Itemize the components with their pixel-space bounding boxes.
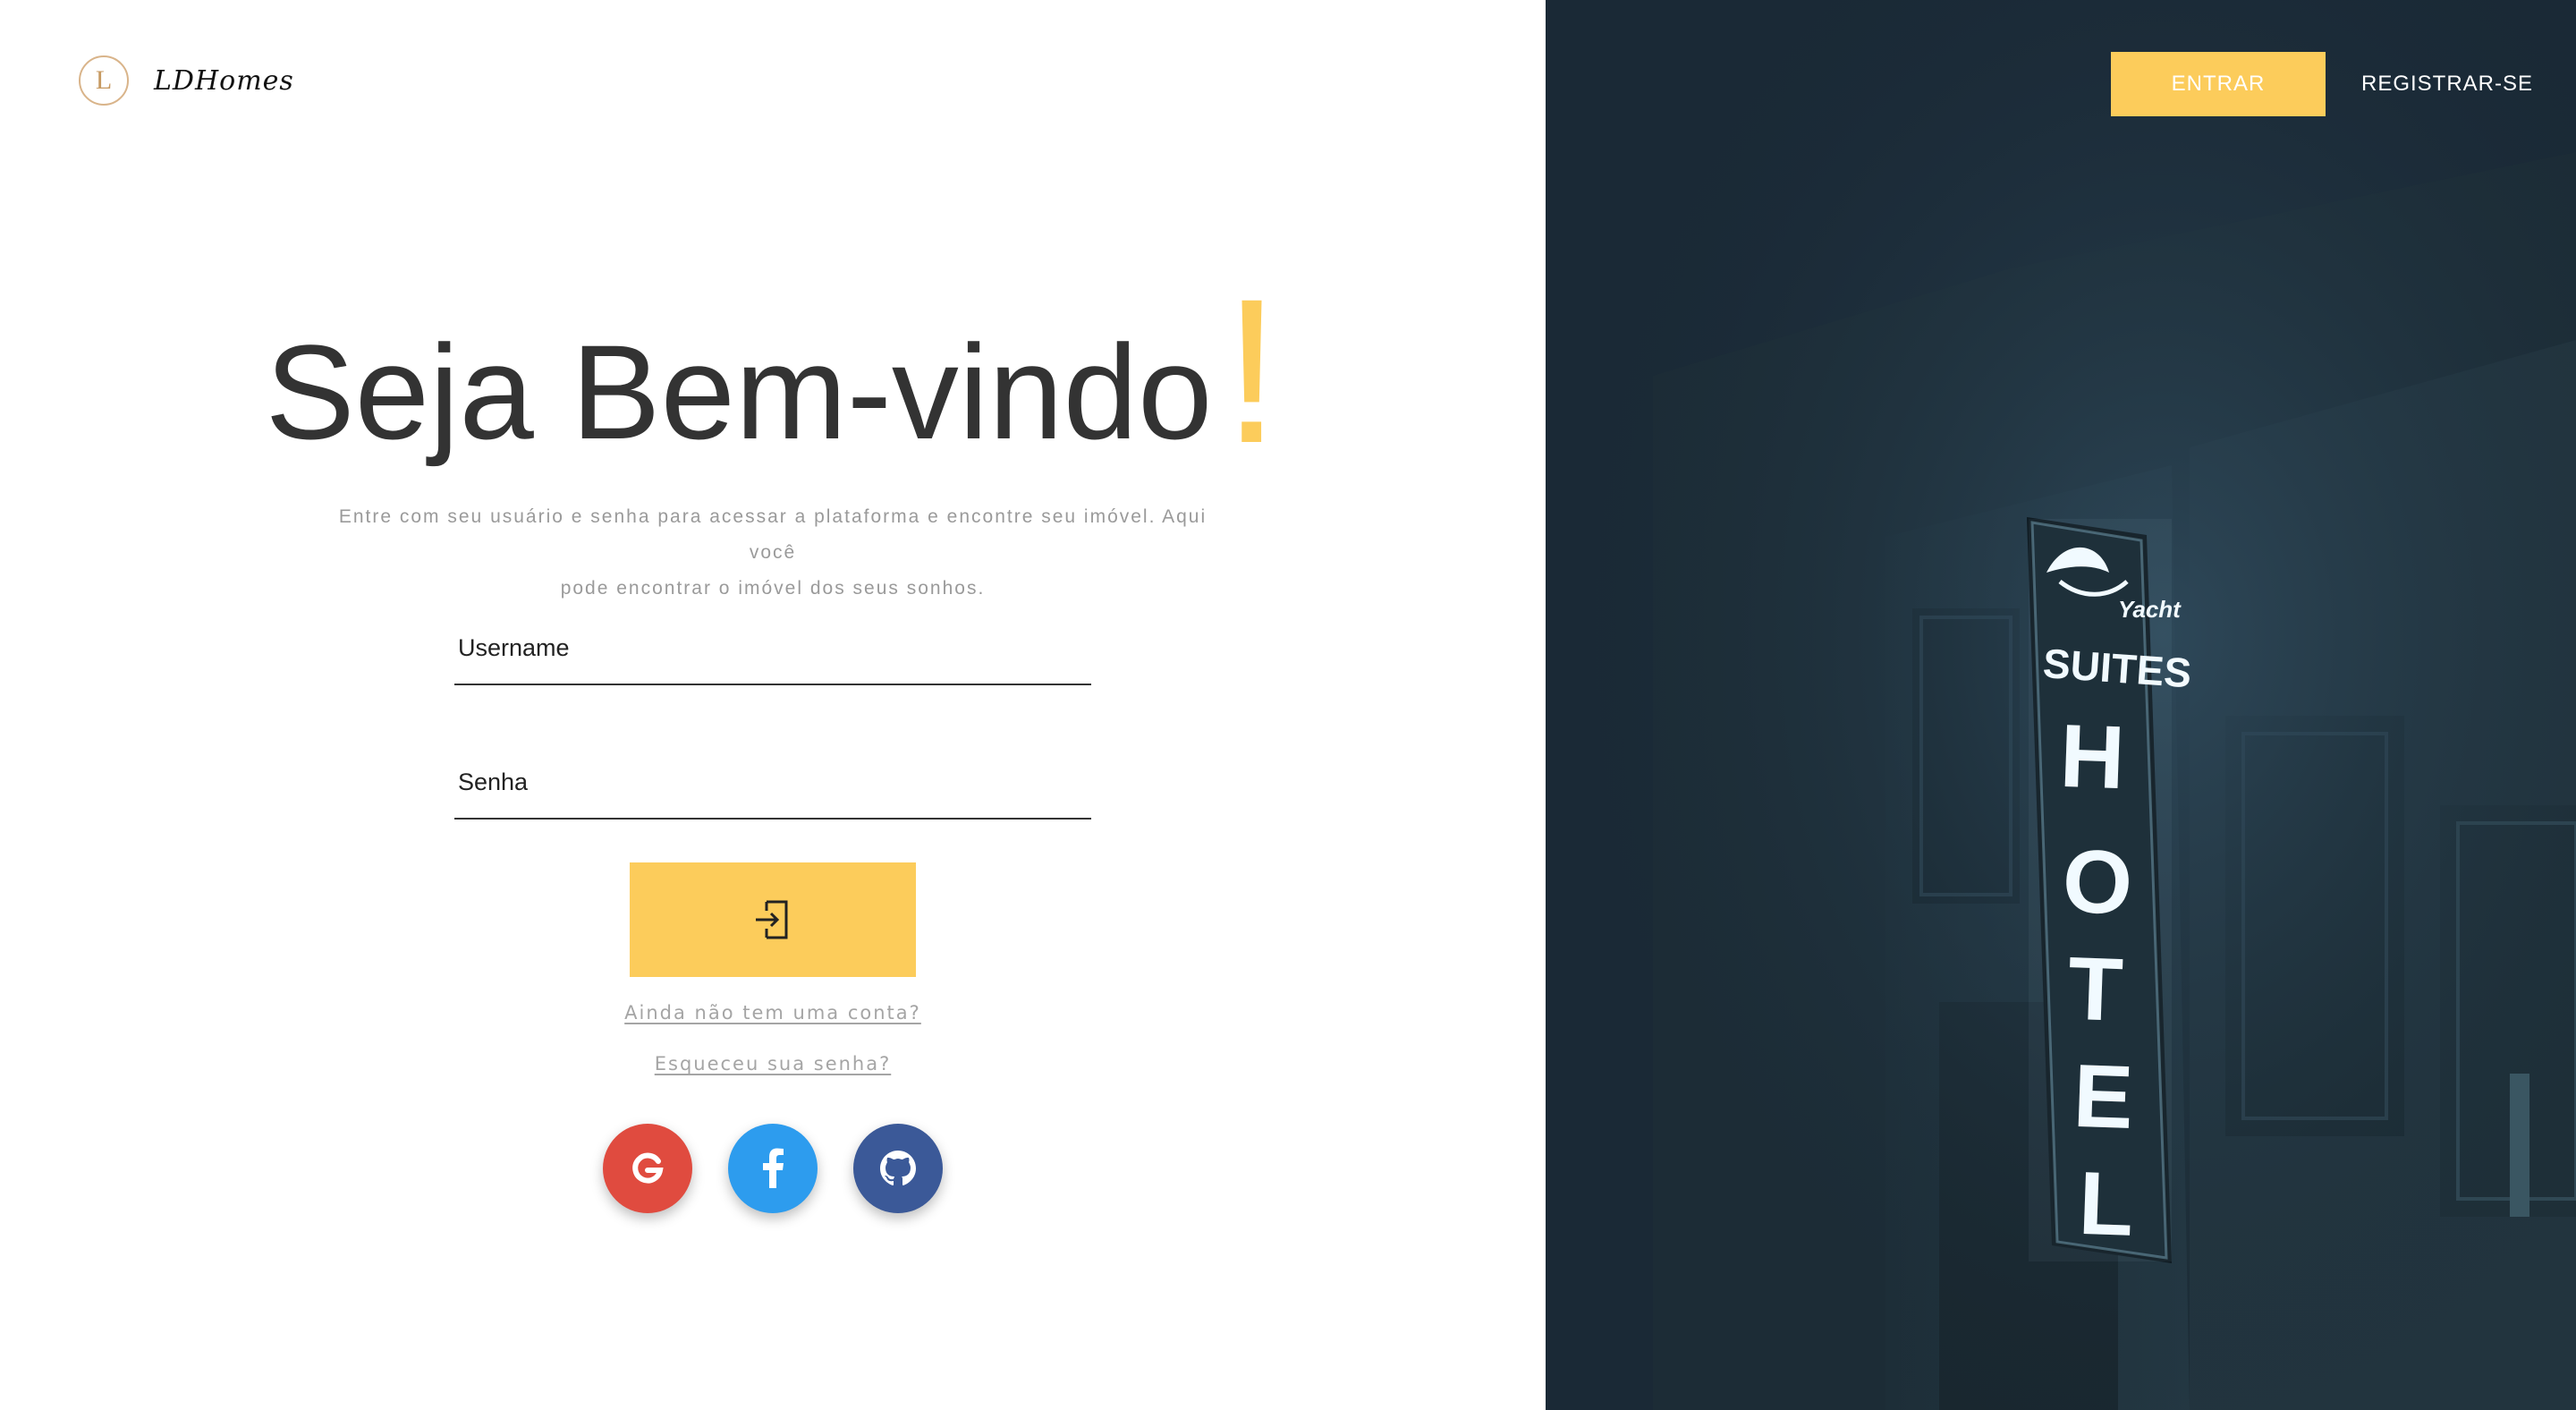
google-login-button[interactable]	[603, 1124, 692, 1213]
google-icon	[632, 1152, 664, 1184]
username-input[interactable]	[458, 634, 1084, 662]
login-submit-button[interactable]	[630, 862, 916, 977]
password-input[interactable]	[458, 769, 1084, 796]
nav-login-button[interactable]: ENTRAR	[2111, 52, 2326, 116]
hero-image-panel: Yacht SUITES H O T E L ENTRAR REGISTRAR-…	[1546, 0, 2576, 1410]
login-panel: L LDHomes Seja Bem-vindo! Entre com seu …	[0, 0, 1546, 1410]
nav-register-link[interactable]: REGISTRAR-SE	[2347, 52, 2547, 116]
page-title-text: Seja Bem-vindo	[265, 317, 1213, 467]
login-icon	[756, 900, 788, 939]
subtitle-line-1: Entre com seu usuário e senha para acess…	[338, 506, 1208, 563]
hotel-photo: Yacht SUITES H O T E L	[1546, 0, 2576, 1410]
username-field	[454, 614, 1091, 685]
facebook-login-button[interactable]	[728, 1124, 818, 1213]
brand[interactable]: L LDHomes	[79, 55, 294, 106]
github-login-button[interactable]	[853, 1124, 943, 1213]
brand-name: LDHomes	[154, 64, 294, 97]
page-title: Seja Bem-vindo!	[0, 268, 1546, 474]
register-link[interactable]: Ainda não tem uma conta?	[624, 1002, 921, 1024]
title-accent: !	[1223, 256, 1281, 486]
social-login-group	[0, 1124, 1546, 1213]
page-subtitle: Entre com seu usuário e senha para acess…	[322, 499, 1224, 607]
forgot-password-link[interactable]: Esqueceu sua senha?	[655, 1053, 892, 1074]
facebook-icon	[763, 1148, 784, 1188]
subtitle-line-2: pode encontrar o imóvel dos seus sonhos.	[560, 578, 986, 599]
brand-logo-icon: L	[79, 55, 129, 106]
login-page: L LDHomes Seja Bem-vindo! Entre com seu …	[0, 0, 2576, 1410]
register-link-row: Ainda não tem uma conta?	[0, 1002, 1546, 1024]
password-field	[454, 748, 1091, 820]
forgot-link-row: Esqueceu sua senha?	[0, 1053, 1546, 1074]
github-icon	[880, 1151, 916, 1185]
